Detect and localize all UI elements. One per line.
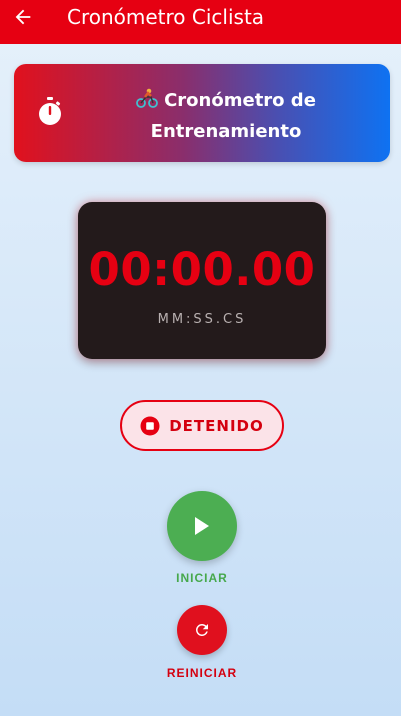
timer-format-label: MM:SS.CS (157, 312, 247, 327)
reset-button[interactable] (177, 605, 227, 655)
header-title: Cronómetro de Entrenamiento (76, 86, 376, 146)
reset-label: REINICIAR (166, 666, 238, 680)
start-label: INICIAR (176, 571, 228, 585)
back-button[interactable] (10, 4, 36, 30)
app-title: Cronómetro Ciclista (67, 5, 265, 29)
play-icon (195, 517, 209, 535)
stopwatch-icon (39, 97, 61, 125)
arrow-left-icon (15, 9, 31, 25)
app-bar: Cronómetro Ciclista (0, 0, 401, 44)
status-text: DETENIDO (169, 416, 264, 435)
timer-display: 00:00.00 MM:SS.CS (78, 202, 326, 359)
stop-circle-icon (140, 416, 160, 435)
start-button[interactable] (167, 491, 237, 561)
status-badge: DETENIDO (120, 400, 284, 451)
header-title-line1: Cronómetro de (164, 90, 316, 111)
cyclist-icon (136, 88, 158, 117)
refresh-icon (196, 624, 208, 636)
timer-digits: 00:00.00 (88, 243, 316, 296)
header-title-line2: Entrenamiento (150, 121, 302, 142)
header-card: Cronómetro de Entrenamiento (14, 64, 390, 162)
